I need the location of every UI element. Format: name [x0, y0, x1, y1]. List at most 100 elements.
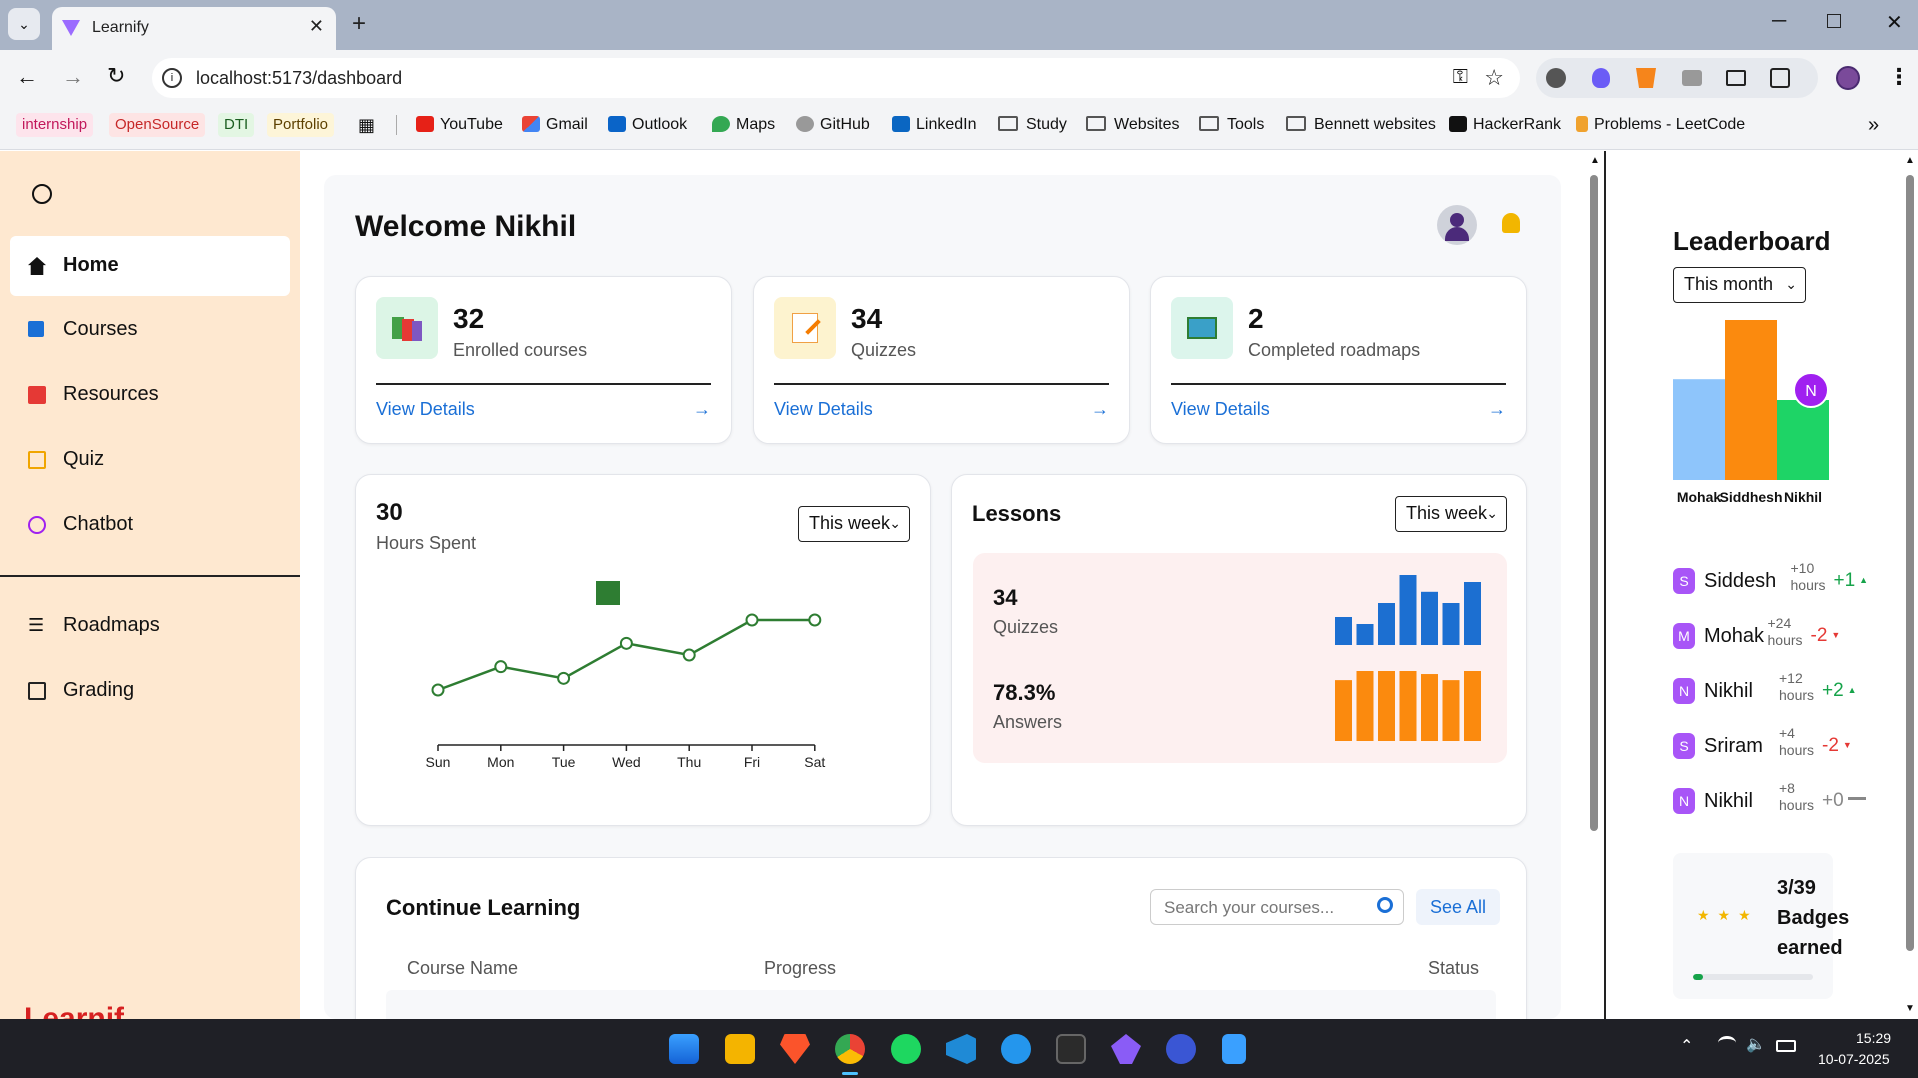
clock-time[interactable]: 15:29 — [1856, 1030, 1891, 1046]
minimize-button[interactable]: ─ — [1772, 10, 1786, 33]
password-key-icon[interactable]: ⚿ — [1453, 66, 1468, 89]
see-all-button[interactable]: See All — [1416, 889, 1500, 925]
data-point[interactable] — [808, 613, 822, 627]
new-tab-button[interactable]: + — [352, 10, 366, 38]
battery-icon[interactable] — [1776, 1040, 1796, 1052]
sidebar-toggle-icon[interactable] — [32, 184, 52, 204]
leaderboard-row[interactable]: N Nikhil +12 hours +2 ▲ — [1673, 670, 1873, 713]
data-point[interactable] — [745, 613, 759, 627]
bookmark-outlook[interactable]: Outlook — [608, 113, 687, 137]
bookmark-youtube[interactable]: YouTube — [416, 113, 503, 137]
wifi-icon[interactable] — [1718, 1036, 1736, 1050]
leaderboard-filter-select[interactable]: This month ⌄ — [1673, 267, 1806, 303]
lessons-filter-select[interactable]: This week ⌄ — [1395, 496, 1507, 532]
leaderboard-row[interactable]: S Siddesh +10 hours +1 ▲ — [1673, 560, 1873, 603]
cast-icon[interactable] — [1726, 70, 1746, 86]
arrow-right-icon[interactable]: → — [1488, 399, 1506, 420]
sidebar-item-resources[interactable]: Resources — [10, 365, 290, 425]
sidebar-item-chatbot[interactable]: Chatbot — [10, 495, 290, 555]
bookmark-internship[interactable]: internship — [16, 113, 94, 137]
bookmark-hackerrank[interactable]: HackerRank — [1449, 113, 1561, 137]
data-point[interactable] — [557, 671, 571, 685]
browser-menu-icon[interactable]: ⋮ — [1888, 64, 1910, 90]
extension-icon-1[interactable] — [1546, 68, 1566, 88]
volume-icon[interactable]: 🔈 — [1746, 1034, 1766, 1054]
data-point[interactable] — [682, 648, 696, 662]
sidebar-item-quiz[interactable]: Quiz — [10, 430, 290, 490]
more-bookmarks-icon[interactable]: » — [1868, 113, 1879, 137]
rank-change: -2 ▼ — [1810, 625, 1841, 646]
bar — [1356, 624, 1374, 645]
bookmark-leetcode[interactable]: Problems - LeetCode — [1576, 113, 1745, 137]
docker-icon[interactable] — [1001, 1034, 1031, 1064]
reload-icon[interactable]: ↻ — [107, 63, 125, 89]
close-tab-icon[interactable]: ✕ — [309, 16, 324, 37]
quizzes-label: Quizzes — [993, 617, 1059, 637]
learnify-tab-icon — [62, 20, 80, 36]
tab-search-button[interactable]: ⌄ — [8, 8, 40, 40]
leaderboard-row[interactable]: S Sriram +4 hours -2 ▼ — [1673, 725, 1873, 768]
clock-date[interactable]: 10-07-2025 — [1818, 1051, 1890, 1067]
bookmark-gmail[interactable]: Gmail — [522, 113, 588, 137]
notification-bell-icon[interactable] — [1502, 213, 1520, 233]
data-point[interactable] — [431, 683, 445, 697]
back-icon[interactable]: ← — [16, 64, 38, 90]
view-details-link[interactable]: View Details — [376, 399, 475, 420]
stat-label: Enrolled courses — [453, 340, 588, 360]
profile-avatar[interactable] — [1836, 66, 1860, 90]
spotify-icon[interactable] — [891, 1034, 921, 1064]
bookmark-portfolio[interactable]: Portfolio — [267, 113, 335, 137]
windows-start-icon[interactable] — [669, 1034, 699, 1064]
bookmark-websites[interactable]: Websites — [1086, 113, 1180, 137]
hours-filter-select[interactable]: This week ⌄ — [798, 506, 910, 542]
terminal-icon[interactable] — [1056, 1034, 1086, 1064]
leaderboard-row[interactable]: M Mohak +24 hours -2 ▼ — [1673, 615, 1873, 658]
bookmark-dti[interactable]: DTI — [218, 113, 255, 137]
file-explorer-icon[interactable] — [725, 1034, 755, 1064]
forward-icon[interactable]: → — [62, 64, 84, 90]
metamask-icon[interactable] — [1636, 68, 1656, 88]
marker-initial: N — [1805, 383, 1817, 400]
chrome-icon[interactable] — [835, 1034, 865, 1064]
apps-grid-icon[interactable]: ▦ — [358, 113, 375, 137]
bookmark-star-icon[interactable]: ☆ — [1484, 65, 1504, 91]
right-scrollbar[interactable]: ▲ ▼ — [1904, 155, 1916, 1019]
sidebar-item-home[interactable]: Home — [10, 236, 290, 296]
leaderboard-row[interactable]: N Nikhil +8 hours +0 — [1673, 780, 1873, 823]
bookmark-linkedin[interactable]: LinkedIn — [892, 113, 977, 137]
browser-tab[interactable]: Learnify ✕ — [52, 7, 336, 50]
bookmark-opensource[interactable]: OpenSource — [109, 113, 206, 137]
course-search-input[interactable]: Search your courses... — [1150, 889, 1404, 925]
bookmark-github[interactable]: GitHub — [796, 113, 870, 137]
main-scrollbar[interactable]: ▲ — [1588, 155, 1600, 1019]
arrow-right-icon[interactable]: → — [1091, 399, 1109, 420]
sidebar-item-grading[interactable]: Grading — [10, 661, 290, 721]
github-icon — [796, 116, 814, 132]
bookmark-bennett-websites[interactable]: Bennett websites — [1286, 113, 1436, 137]
user-initial-avatar: M — [1673, 623, 1695, 649]
extension-icon-4[interactable] — [1682, 70, 1702, 86]
bookmark-tools[interactable]: Tools — [1199, 113, 1264, 137]
url-bar[interactable]: i localhost:5173/dashboard ⚿ ☆ — [152, 58, 1520, 98]
sidebar-item-courses[interactable]: Courses — [10, 300, 290, 360]
stat-card-enrolled: 32 Enrolled courses View Details → — [355, 276, 732, 444]
restore-button[interactable] — [1827, 14, 1841, 28]
app-icon[interactable] — [1166, 1034, 1196, 1064]
hours-gain: +8 hours — [1779, 780, 1815, 813]
close-window-button[interactable]: ✕ — [1886, 10, 1903, 35]
bookmark-study[interactable]: Study — [998, 113, 1067, 137]
bookmark-maps[interactable]: Maps — [712, 113, 775, 137]
sidebar-item-roadmaps[interactable]: ☰ Roadmaps — [10, 596, 290, 656]
puzzle-icon[interactable] — [1770, 68, 1790, 88]
view-details-link[interactable]: View Details — [774, 399, 873, 420]
user-avatar[interactable] — [1437, 205, 1477, 245]
data-point[interactable] — [494, 660, 508, 674]
view-details-link[interactable]: View Details — [1171, 399, 1270, 420]
show-hidden-icons[interactable]: ⌃ — [1680, 1036, 1693, 1056]
sidebar-divider — [0, 575, 300, 577]
data-point[interactable] — [619, 636, 633, 650]
notepad-app-icon[interactable] — [1222, 1034, 1246, 1064]
arrow-right-icon[interactable]: → — [693, 399, 711, 420]
site-info-icon[interactable]: i — [162, 68, 182, 88]
extension-icon-2[interactable] — [1592, 68, 1610, 88]
